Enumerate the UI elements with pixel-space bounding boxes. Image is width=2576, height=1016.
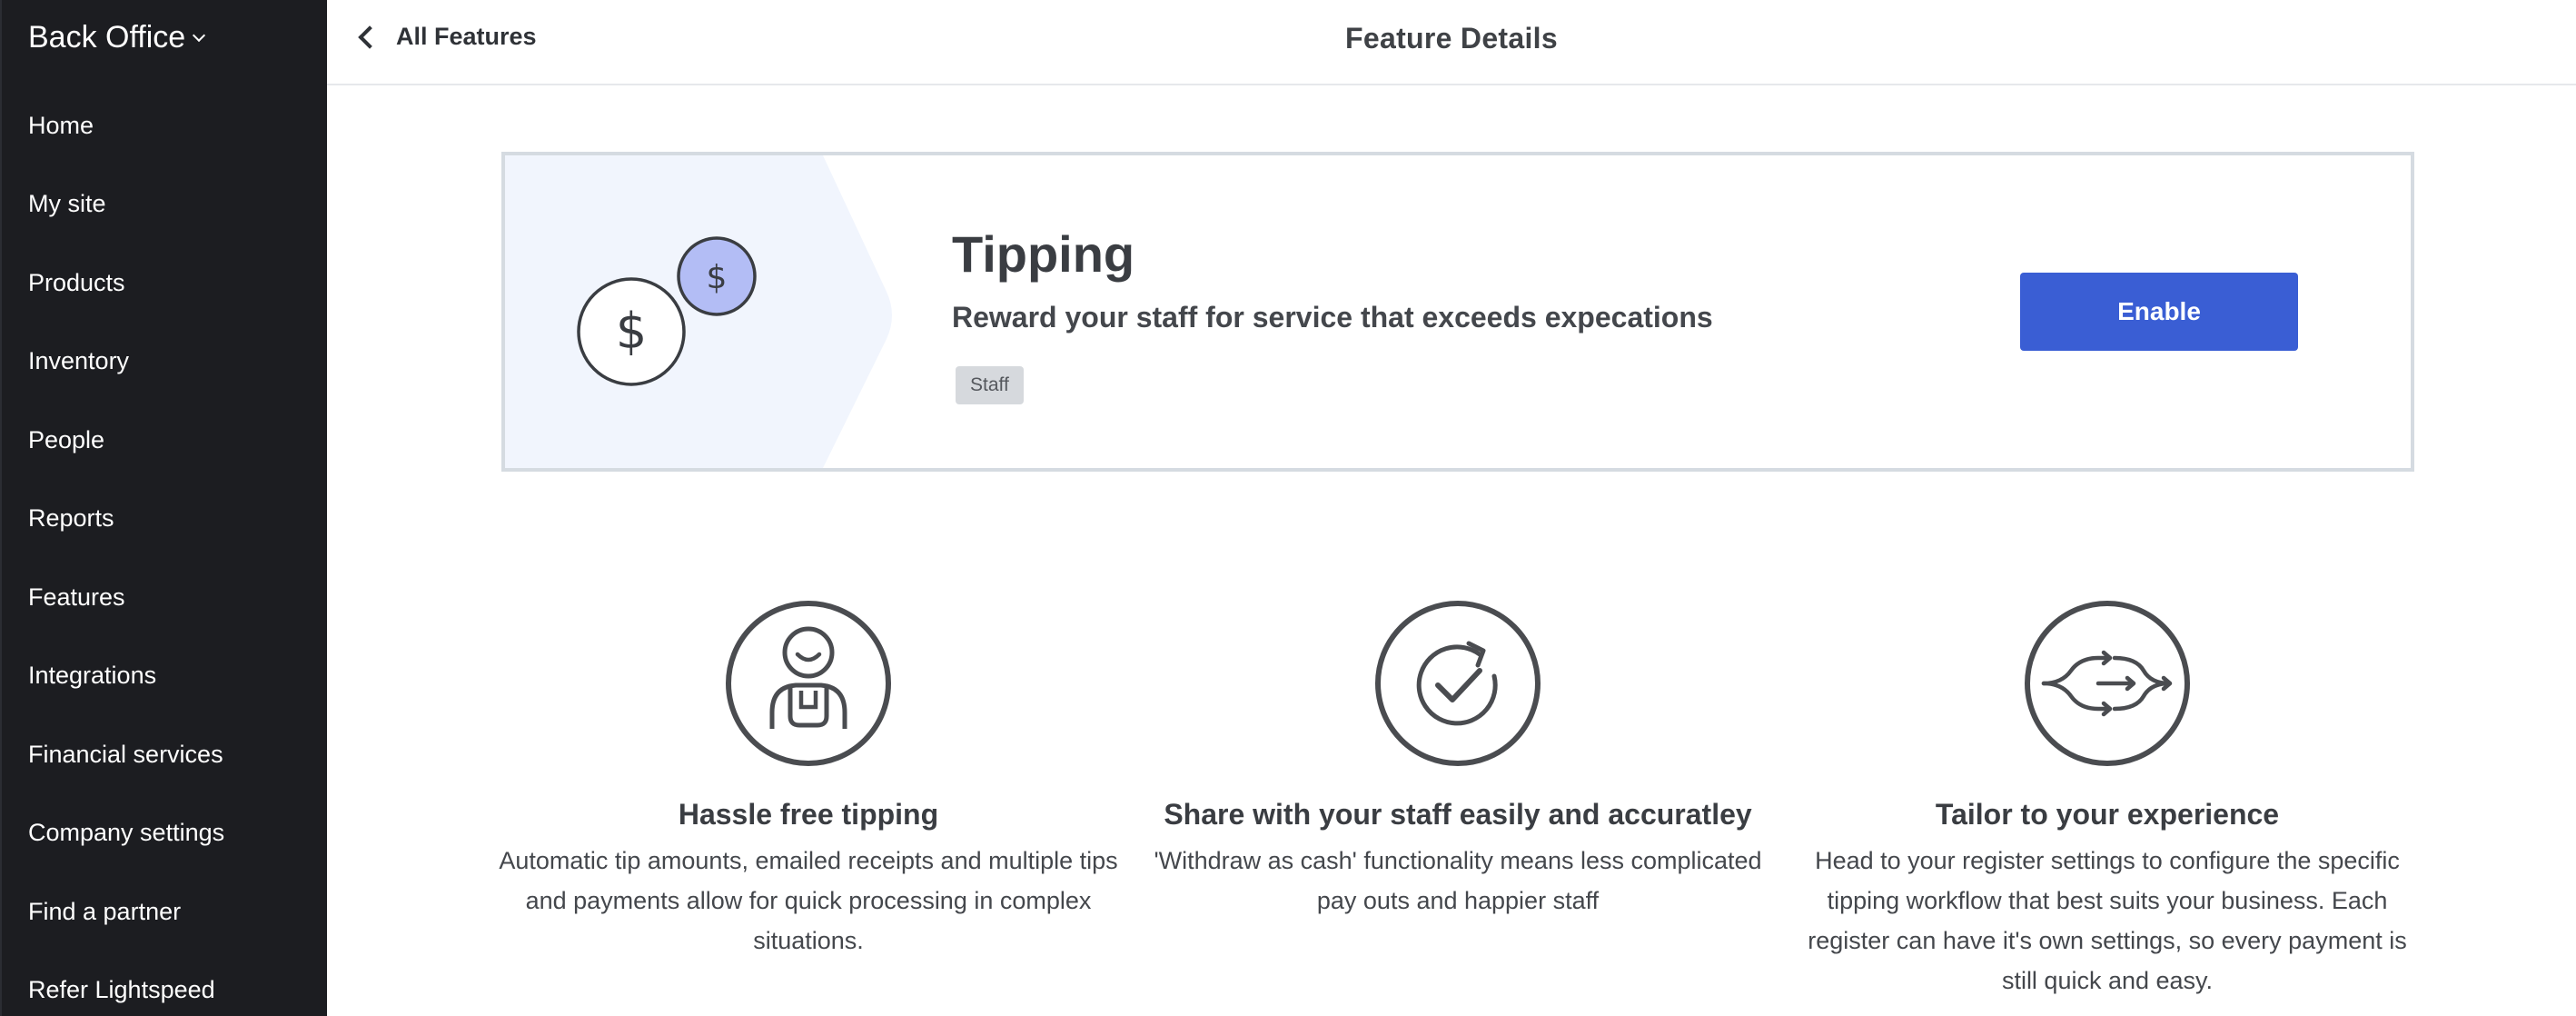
refresh-check-icon [1375,601,1541,766]
sidebar: Back Office Home My site Products Invent… [0,0,327,1016]
sidebar-item-label: Inventory [28,347,130,375]
sidebar-item-financial-services[interactable]: Financial services [2,729,327,808]
sidebar-item-company-settings[interactable]: Company settings [2,808,327,887]
page-title: Feature Details [1345,22,1558,55]
benefit-description: 'Withdraw as cash' functionality means l… [1154,847,1762,914]
benefit-title: Hassle free tipping [678,798,939,831]
feature-subtitle: Reward your staff for service that excee… [952,301,1713,334]
feature-card: $ $ Tipping Reward your staff for servic… [501,152,2414,472]
sidebar-item-features[interactable]: Features [2,572,327,651]
workflow-arrows-icon [2025,601,2190,766]
feature-title: Tipping [952,225,1135,283]
sidebar-item-label: Find a partner [28,897,182,925]
brand-label: Back Office [28,20,186,55]
benefit-card-tailor-experience: Tailor to your experience Head to your r… [1789,600,2425,1001]
sidebar-item-products[interactable]: Products [2,257,327,336]
tipping-illustration: $ $ [505,155,892,468]
sidebar-item-label: Integrations [28,662,157,690]
sidebar-item-label: Features [28,583,125,611]
illustration-background [505,155,892,468]
top-header: All Features Feature Details [327,0,2576,85]
chevron-down-icon [193,28,206,42]
sidebar-item-label: Company settings [28,819,225,847]
sidebar-item-label: People [28,425,105,453]
person-icon [726,601,891,766]
sidebar-item-label: Financial services [28,740,223,768]
sidebar-item-find-a-partner[interactable]: Find a partner [2,886,327,965]
small-coin-symbol: $ [707,259,728,296]
sidebar-item-home[interactable]: Home [2,100,327,179]
sidebar-item-reports[interactable]: Reports [2,493,327,573]
sidebar-item-label: Refer Lightspeed [28,976,215,1004]
benefit-card-hassle-free: Hassle free tipping Automatic tip amount… [490,600,1126,961]
sidebar-item-refer-lightspeed[interactable]: Refer Lightspeed [2,965,327,1016]
sidebar-item-people[interactable]: People [2,414,327,493]
back-office-menu[interactable]: Back Office [28,20,206,55]
sidebar-item-label: Home [28,111,94,139]
benefit-title: Share with your staff easily and accurat… [1164,798,1752,831]
enable-button[interactable]: Enable [2020,273,2298,351]
sidebar-item-integrations[interactable]: Integrations [2,651,327,730]
benefit-card-share-with-staff: Share with your staff easily and accurat… [1140,600,1776,921]
sidebar-item-inventory[interactable]: Inventory [2,336,327,415]
large-coin-symbol: $ [616,303,647,360]
benefit-description: Automatic tip amounts, emailed receipts … [499,847,1118,954]
sidebar-item-label: Reports [28,504,114,533]
benefit-title: Tailor to your experience [1935,798,2280,831]
sidebar-item-label: Products [28,268,125,296]
sidebar-item-label: My site [28,190,106,218]
benefit-description: Head to your register settings to config… [1808,847,2407,994]
sidebar-item-my-site[interactable]: My site [2,179,327,258]
category-tag: Staff [956,366,1024,404]
sidebar-nav: Home My site Products Inventory People R… [2,100,327,1016]
